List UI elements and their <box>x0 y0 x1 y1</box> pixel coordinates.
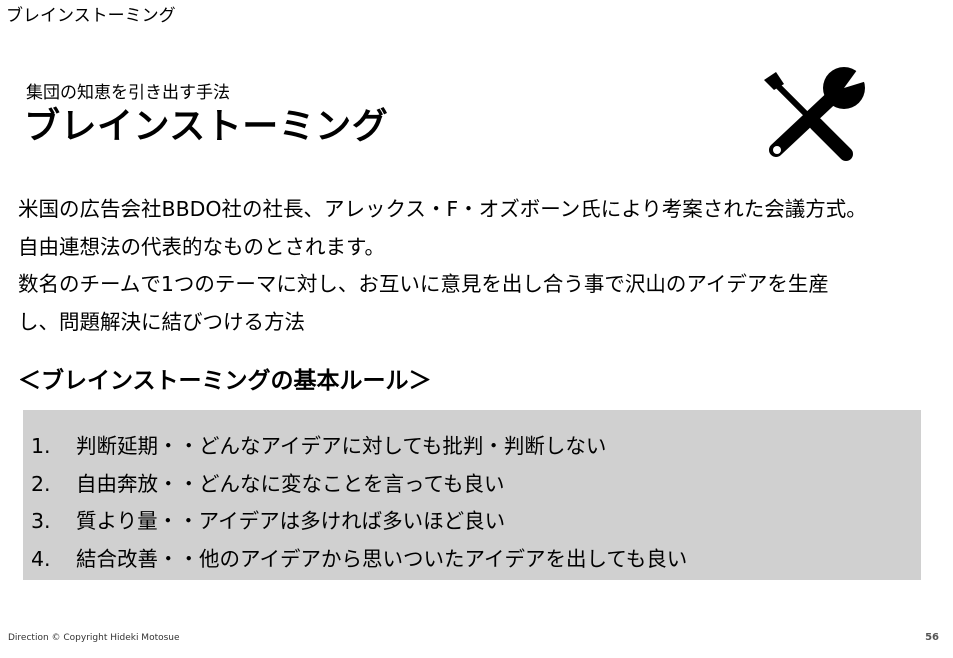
rules-box: 1. 判断延期・・どんなアイデアに対しても批判・判断しない 2. 自由奔放・・ど… <box>23 410 921 580</box>
rule-text: 結合改善・・他のアイデアから思いついたアイデアを出しても良い <box>76 546 688 571</box>
rules-list: 1. 判断延期・・どんなアイデアに対しても批判・判断しない 2. 自由奔放・・ど… <box>31 428 687 578</box>
rule-number: 1. <box>31 434 51 458</box>
rule-item: 1. 判断延期・・どんなアイデアに対しても批判・判断しない <box>31 428 687 466</box>
rule-text: 自由奔放・・どんなに変なことを言っても良い <box>76 471 505 496</box>
rule-number: 2. <box>31 471 51 496</box>
slide-body: 米国の広告会社BBDO社の社長、アレックス・F・オズボーン氏により考案された会議… <box>18 191 950 341</box>
rules-heading: ＜ブレインストーミングの基本ルール＞ <box>18 368 432 394</box>
rule-number: 3. <box>31 509 51 533</box>
rule-text: 判断延期・・どんなアイデアに対しても批判・判断しない <box>76 434 607 458</box>
slide-title: ブレインストーミング <box>24 106 389 147</box>
document-title: ブレインストーミング <box>6 6 176 26</box>
body-line: 数名のチームで1つのテーマに対し、お互いに意見を出し合う事で沢山のアイデアを生産 <box>18 272 829 296</box>
rule-item: 4. 結合改善・・他のアイデアから思いついたアイデアを出しても良い <box>31 541 687 579</box>
rule-text: 質より量・・アイデアは多ければ多いほど良い <box>76 509 506 533</box>
rule-item: 2. 自由奔放・・どんなに変なことを言っても良い <box>31 466 687 504</box>
body-line: し、問題解決に結びつける方法 <box>18 309 305 334</box>
rule-number: 4. <box>31 546 51 571</box>
tools-icon <box>764 66 868 161</box>
body-line: 米国の広告会社BBDO社の社長、アレックス・F・オズボーン氏により考案された会議… <box>18 197 867 221</box>
page-number: 56 <box>925 632 939 643</box>
footer-copyright: Direction © Copyright Hideki Motosue <box>8 633 180 643</box>
wrench-icon <box>769 66 868 157</box>
rule-item: 3. 質より量・・アイデアは多ければ多いほど良い <box>31 503 687 541</box>
slide-subtitle: 集団の知恵を引き出す手法 <box>26 83 230 103</box>
body-line: 自由連想法の代表的なものとされます。 <box>18 234 385 259</box>
